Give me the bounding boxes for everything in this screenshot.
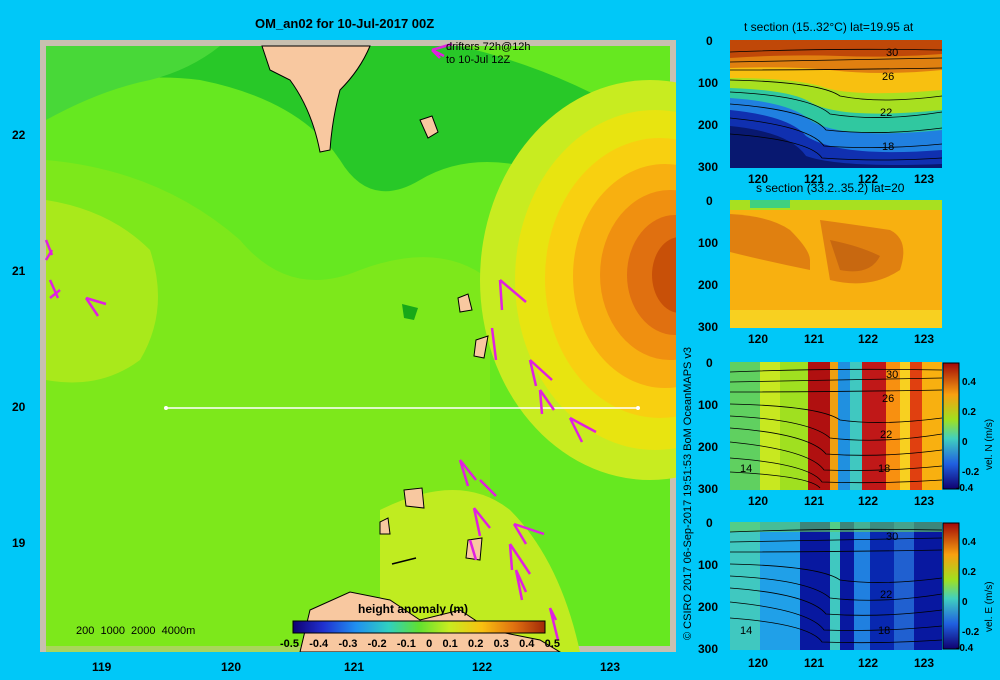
x-tick: 120 — [221, 660, 242, 674]
drifters-label-2: to 10-Jul 12Z — [446, 54, 511, 66]
vel-e-ticks: 0.4 0.2 0 -0.2 — [962, 537, 980, 638]
svg-text:26: 26 — [882, 71, 894, 83]
vel-n-colorbar — [942, 362, 960, 490]
s-section-title: s section (33.2..35.2) lat=20 — [756, 181, 905, 195]
svg-text:14: 14 — [740, 463, 752, 475]
x-tick: 123 — [600, 660, 621, 674]
svg-text:26: 26 — [882, 393, 894, 405]
height-colorbar — [292, 620, 546, 634]
t-section-title: t section (15..32°C) lat=19.95 at — [744, 20, 914, 34]
y-tick: 22 — [12, 128, 26, 142]
vel-e-section-panel: 30 22 18 14 — [730, 522, 942, 650]
x-tick: 121 — [344, 660, 365, 674]
y-tick: 20 — [12, 400, 26, 414]
svg-text:22: 22 — [880, 429, 892, 441]
y-tick: 19 — [12, 536, 26, 550]
x-tick: 119 — [92, 660, 112, 674]
svg-text:18: 18 — [882, 141, 894, 153]
colorbar-ticks: -0.5 -0.4 -0.3 -0.2 -0.1 0 0.1 0.2 0.3 0… — [280, 638, 560, 650]
svg-text:22: 22 — [880, 107, 892, 119]
vel-n-label: vel. N (m/s) — [984, 418, 995, 470]
svg-text:18: 18 — [878, 463, 890, 475]
svg-text:22: 22 — [880, 589, 892, 601]
t-section-panel: 30 26 22 18 — [730, 40, 942, 168]
depth-legend: 200 1000 2000 4000m — [76, 625, 196, 637]
y-tick: 21 — [12, 264, 26, 278]
svg-text:18: 18 — [878, 625, 890, 637]
drifters-label-1: drifters 72h@12h — [446, 41, 531, 53]
map-title: OM_an02 for 10-Jul-2017 00Z — [255, 16, 435, 31]
svg-text:30: 30 — [886, 47, 898, 59]
credit-text: © CSIRO 2017 06-Sep-2017 19:51:53 BoM Oc… — [682, 346, 694, 640]
svg-text:30: 30 — [886, 531, 898, 543]
x-tick: 122 — [472, 660, 493, 674]
colorbar-title: height anomaly (m) — [358, 602, 469, 616]
vel-e-colorbar — [942, 522, 960, 650]
land-island — [403, 487, 425, 509]
s-section-panel — [730, 200, 942, 328]
vel-n-section-panel: 30 26 22 18 14 — [730, 362, 942, 490]
svg-text:30: 30 — [886, 369, 898, 381]
vel-n-ticks: 0.4 0.2 0 -0.2 — [962, 377, 980, 478]
svg-text:14: 14 — [740, 625, 752, 637]
vel-e-label: vel. E (m/s) — [984, 581, 995, 632]
height-anomaly-map — [40, 40, 676, 652]
